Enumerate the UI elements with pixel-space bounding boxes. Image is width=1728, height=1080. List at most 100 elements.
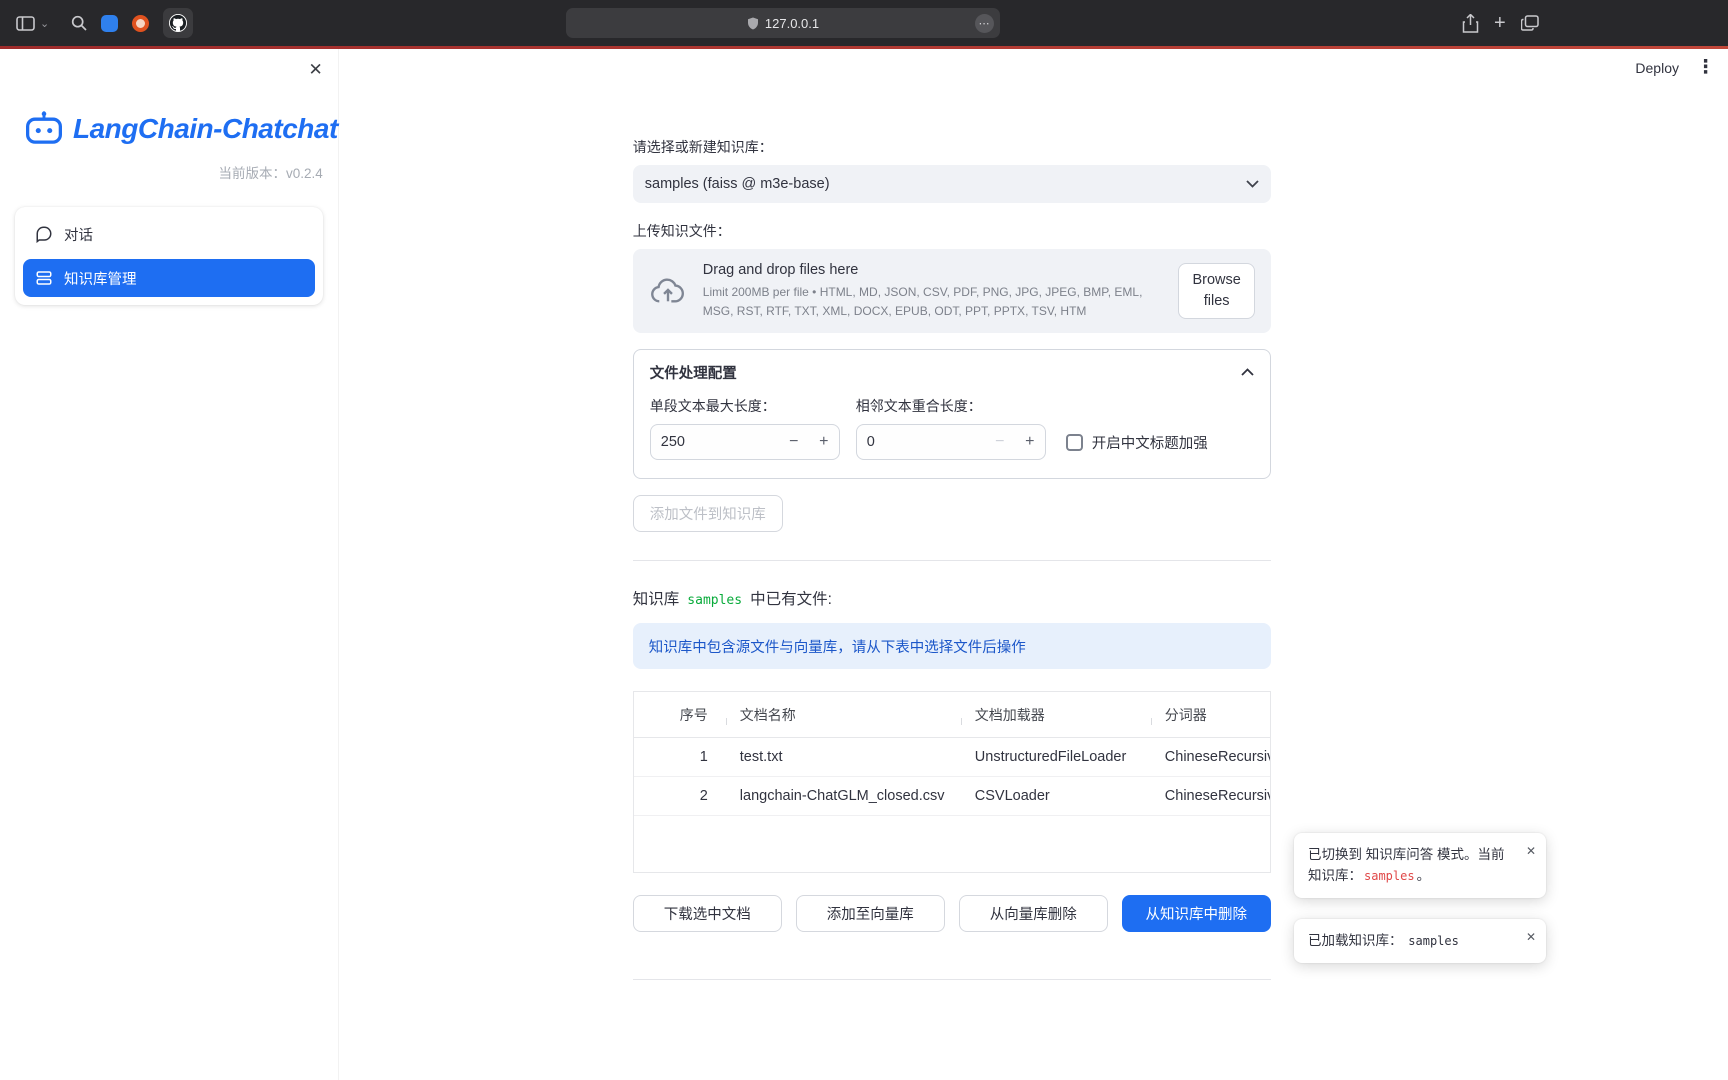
orange-app-icon[interactable]: [132, 15, 149, 32]
sidebar-close-icon[interactable]: ✕: [309, 60, 323, 80]
toast-close-icon[interactable]: ✕: [1526, 928, 1536, 947]
toast-kb-code: samples: [1362, 869, 1417, 883]
sidebar-item-kb-management[interactable]: 知识库管理: [23, 259, 315, 297]
table-header-loader: 文档加载器: [961, 705, 1151, 725]
existing-title-prefix: 知识库: [633, 587, 680, 609]
cell-loader: CSVLoader: [961, 788, 1151, 804]
table-row[interactable]: 2 langchain-ChatGLM_closed.csv CSVLoader…: [634, 777, 1270, 816]
logo-text: LangChain-Chatchat: [73, 113, 338, 145]
delete-from-vectorstore-button[interactable]: 从向量库删除: [959, 895, 1108, 932]
select-chevron-down-icon: [1246, 180, 1259, 188]
max-length-label: 单段文本最大长度：: [650, 396, 840, 416]
logo-robot-icon: [24, 111, 64, 147]
table-header-name: 文档名称: [726, 705, 961, 725]
overlap-label: 相邻文本重合长度：: [856, 396, 1046, 416]
plus-stepper-button[interactable]: +: [1015, 433, 1045, 451]
expander-header[interactable]: 文件处理配置: [634, 350, 1270, 394]
toast-kb-loaded: 已加载知识库： samples ✕: [1294, 919, 1546, 963]
delete-from-kb-button[interactable]: 从知识库中删除: [1122, 895, 1271, 932]
kb-select-label: 请选择或新建知识库：: [633, 137, 1271, 157]
max-length-value[interactable]: 250: [651, 434, 779, 450]
toast-mode-switched: 已切换到 知识库问答 模式。当前知识库：samples。 ✕: [1294, 833, 1546, 898]
add-files-button[interactable]: 添加文件到知识库: [633, 495, 783, 532]
sidebar: ✕ LangChain-Chatchat 当前版本：v0.2.4 对话 知识库管…: [0, 49, 338, 1080]
search-icon[interactable]: [71, 15, 87, 31]
overlap-value[interactable]: 0: [857, 434, 985, 450]
github-icon[interactable]: [163, 8, 193, 38]
dropzone-hint: Limit 200MB per file • HTML, MD, JSON, C…: [703, 283, 1163, 320]
existing-title-suffix: 中已有文件:: [750, 587, 832, 609]
extensions-badge[interactable]: ⋯: [975, 14, 994, 33]
dropzone-title: Drag and drop files here: [703, 262, 1163, 278]
table-header-row: 序号 文档名称 文档加载器 分词器: [634, 692, 1270, 738]
divider: [633, 560, 1271, 561]
share-icon[interactable]: [1462, 14, 1479, 33]
max-length-group: 单段文本最大长度： 250 − +: [650, 396, 840, 460]
kb-select[interactable]: samples (faiss @ m3e-base): [633, 165, 1271, 203]
new-tab-icon[interactable]: +: [1494, 13, 1506, 33]
minus-stepper-button[interactable]: −: [779, 433, 809, 451]
cell-splitter: ChineseRecursive: [1151, 749, 1270, 765]
cell-loader: UnstructuredFileLoader: [961, 749, 1151, 765]
browser-toolbar-right: +: [1462, 0, 1539, 46]
toast-close-icon[interactable]: ✕: [1526, 842, 1536, 861]
url-text: 127.0.0.1: [765, 16, 819, 31]
expander-title: 文件处理配置: [650, 362, 737, 383]
table-row[interactable]: 1 test.txt UnstructuredFileLoader Chines…: [634, 738, 1270, 777]
cell-no: 1: [634, 749, 726, 765]
sidebar-item-chat[interactable]: 对话: [23, 215, 315, 253]
plus-stepper-button[interactable]: +: [809, 433, 839, 451]
shield-icon: [747, 17, 759, 30]
knowledge-base-icon: [35, 269, 53, 287]
existing-files-title: 知识库 samples 中已有文件:: [633, 587, 1271, 609]
cell-splitter: ChineseRecursive: [1151, 788, 1270, 804]
add-to-vectorstore-button[interactable]: 添加至向量库: [796, 895, 945, 932]
max-length-input[interactable]: 250 − +: [650, 424, 840, 460]
version-label: 当前版本：v0.2.4: [0, 162, 323, 182]
sidebar-item-label: 知识库管理: [64, 268, 137, 289]
file-config-expander: 文件处理配置 单段文本最大长度： 250 − +: [633, 349, 1271, 479]
sidebar-toggle-icon[interactable]: [16, 16, 35, 31]
toast-suffix: 。: [1417, 868, 1431, 883]
overflow-menu-icon[interactable]: ⋮: [1696, 58, 1715, 77]
sidebar-nav: 对话 知识库管理: [15, 207, 323, 305]
table-header-no: 序号: [634, 705, 726, 725]
tabs-overview-icon[interactable]: [1521, 15, 1539, 31]
overlap-group: 相邻文本重合长度： 0 − +: [856, 396, 1046, 460]
table-actions: 下载选中文档 添加至向量库 从向量库删除 从知识库中删除: [633, 895, 1271, 932]
deploy-button[interactable]: Deploy: [1635, 60, 1679, 76]
chat-icon: [35, 225, 53, 243]
browser-toolbar-left: ⌄: [16, 0, 193, 46]
table-header-splitter: 分词器: [1151, 705, 1270, 725]
kb-select-value: samples (faiss @ m3e-base): [645, 176, 830, 192]
url-bar[interactable]: 127.0.0.1 ⋯: [566, 8, 1000, 38]
overlap-input[interactable]: 0 − +: [856, 424, 1046, 460]
browser-chrome: ⌄ 127.0.0.1 ⋯ +: [0, 0, 1728, 46]
page-content: 请选择或新建知识库： samples (faiss @ m3e-base) 上传…: [633, 49, 1271, 980]
minus-stepper-button[interactable]: −: [985, 433, 1015, 451]
expander-body: 单段文本最大长度： 250 − + 相邻文本重合长度： 0 − +: [634, 394, 1270, 478]
info-message: 知识库中包含源文件与向量库，请从下表中选择文件后操作: [633, 623, 1271, 669]
download-selected-button[interactable]: 下载选中文档: [633, 895, 782, 932]
zh-title-checkbox[interactable]: [1066, 434, 1083, 451]
toast-kb-code: samples: [1406, 934, 1461, 948]
cloud-upload-icon: [649, 275, 687, 307]
chevron-up-icon: [1241, 368, 1254, 376]
upload-label: 上传知识文件：: [633, 221, 1271, 241]
file-dropzone[interactable]: Drag and drop files here Limit 200MB per…: [633, 249, 1271, 333]
zh-title-checkbox-label: 开启中文标题加强: [1092, 432, 1208, 453]
app-toolbar: Deploy ⋮: [1635, 58, 1715, 77]
zh-title-check-group: 开启中文标题加强: [1066, 424, 1208, 460]
chevron-down-icon[interactable]: ⌄: [40, 17, 49, 30]
files-table: 序号 文档名称 文档加载器 分词器 1 test.txt Unstructure…: [633, 691, 1271, 873]
cell-no: 2: [634, 788, 726, 804]
cell-name: test.txt: [726, 749, 961, 765]
kb-name-code: samples: [687, 593, 742, 608]
sidebar-item-label: 对话: [64, 224, 93, 245]
blue-app-icon[interactable]: [101, 15, 118, 32]
toast-text: 已加载知识库：: [1308, 933, 1403, 948]
logo: LangChain-Chatchat: [24, 111, 338, 147]
browse-files-button[interactable]: Browse files: [1178, 263, 1254, 319]
divider: [633, 979, 1271, 980]
cell-name: langchain-ChatGLM_closed.csv: [726, 788, 961, 804]
